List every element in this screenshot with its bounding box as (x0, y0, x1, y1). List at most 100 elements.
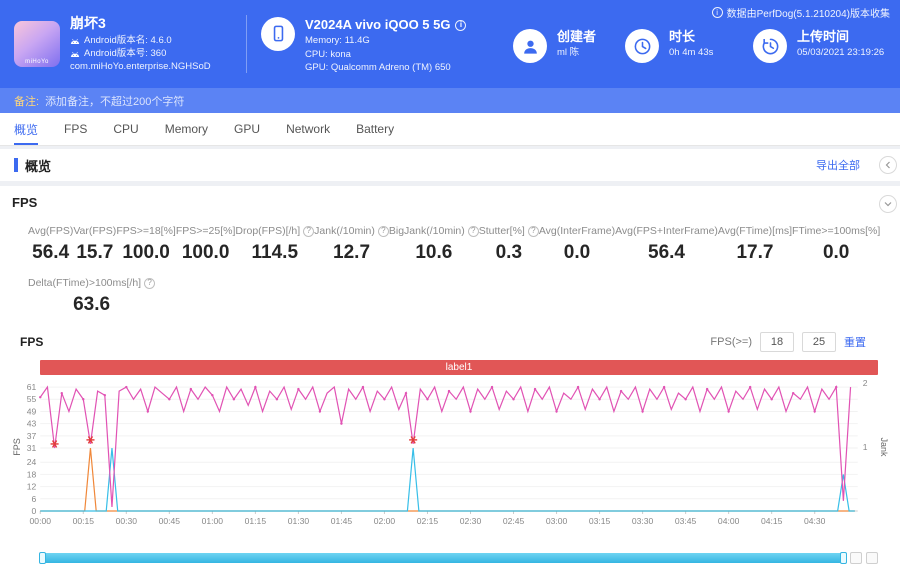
device-info-icon[interactable]: i (455, 20, 466, 31)
export-all-link[interactable]: 导出全部 (816, 157, 860, 173)
info-icon: i (712, 7, 723, 18)
svg-text:31: 31 (27, 443, 37, 453)
header: i 数据由PerfDog(5.1.210204)版本收集 miHoYo 崩坏3 … (0, 0, 900, 88)
fps-panel: FPS Avg(FPS) 56.4 Var(FPS) 15.7 FPS>=18[… (0, 186, 900, 568)
metric: Avg(FPS) 56.4 (28, 225, 73, 264)
upload-time-icon (753, 29, 787, 63)
metric: Stutter[%]? 0.3 (479, 225, 539, 264)
tab-cpu[interactable]: CPU (113, 113, 138, 145)
upload-value: 05/03/2021 23:19:26 (797, 46, 884, 60)
svg-text:37: 37 (27, 431, 37, 441)
reset-link[interactable]: 重置 (844, 334, 866, 350)
app-icon-label: miHoYo (14, 59, 60, 65)
svg-text:0: 0 (31, 506, 36, 516)
divider (246, 15, 247, 73)
svg-text:00:15: 00:15 (73, 516, 95, 526)
app-block: miHoYo 崩坏3 Android版本名: 4.6.0 Android版本号:… (14, 14, 232, 73)
remark-bar[interactable]: 备注: 添加备注，不超过200个字符 (0, 88, 900, 113)
creator-label: 创建者 (557, 29, 596, 46)
metric-info-icon[interactable]: ? (378, 226, 389, 237)
chart-range-slider-row (40, 552, 878, 564)
tab-overview[interactable]: 概览 (14, 113, 38, 145)
android-build-line: Android版本号: 360 (70, 48, 211, 61)
android-icon (70, 51, 80, 58)
metric: BigJank(/10min)? 10.6 (389, 225, 479, 264)
threshold-input-2[interactable] (802, 332, 836, 352)
fps-chart[interactable]: 061218243137434955611200:0000:1500:3000:… (12, 377, 888, 549)
svg-text:03:15: 03:15 (589, 516, 611, 526)
metric: FTime>=100ms[%] 0.0 (792, 225, 880, 264)
svg-text:2: 2 (863, 378, 868, 388)
svg-text:00:30: 00:30 (116, 516, 138, 526)
chevron-down-icon (884, 200, 892, 208)
metric-info-icon[interactable]: ? (144, 278, 155, 289)
device-cpu: CPU: kona (305, 48, 466, 62)
creator-value: ml 陈 (557, 46, 596, 60)
chart-range-slider[interactable] (40, 553, 846, 563)
tab-fps[interactable]: FPS (64, 113, 87, 145)
device-gpu: GPU: Qualcomm Adreno (TM) 650 (305, 61, 466, 75)
app-icon: miHoYo (14, 21, 60, 67)
svg-text:01:30: 01:30 (288, 516, 310, 526)
duration-label: 时长 (669, 29, 713, 46)
svg-text:61: 61 (27, 382, 37, 392)
upload-block: 上传时间 05/03/2021 23:19:26 (753, 25, 884, 63)
metric: Drop(FPS)[/h]? 114.5 (235, 225, 314, 264)
tab-bar: 概览 FPS CPU Memory GPU Network Battery (0, 113, 900, 146)
threshold-input-1[interactable] (760, 332, 794, 352)
slider-end-box[interactable] (850, 552, 862, 564)
svg-text:43: 43 (27, 419, 37, 429)
tab-memory[interactable]: Memory (165, 113, 208, 145)
svg-text:02:45: 02:45 (503, 516, 525, 526)
duration-block: 时长 0h 4m 43s (625, 25, 753, 63)
overview-section-header: 概览 导出全部 (0, 149, 900, 181)
duration-value: 0h 4m 43s (669, 46, 713, 60)
slider-handle-left[interactable] (39, 552, 46, 564)
fps-threshold-controls: FPS(>=) 重置 (710, 332, 866, 352)
svg-text:03:45: 03:45 (675, 516, 697, 526)
metric: Avg(FPS+InterFrame) 56.4 (615, 225, 718, 264)
android-version: Android版本名: 4.6.0 (84, 35, 172, 48)
android-icon (70, 38, 80, 45)
package-name: com.miHoYo.enterprise.NGHSoD (70, 61, 211, 74)
tab-network[interactable]: Network (286, 113, 330, 145)
creator-block: 创建者 ml 陈 (513, 25, 625, 63)
user-icon (513, 29, 547, 63)
metric: Avg(InterFrame) 0.0 (539, 225, 615, 264)
svg-text:02:00: 02:00 (374, 516, 396, 526)
fps-panel-title: FPS (12, 195, 888, 210)
chart-title: FPS (20, 335, 43, 349)
collector-note-text: 数据由PerfDog(5.1.210204)版本收集 (727, 5, 890, 20)
device-name: V2024A vivo iQOO 5 5G (305, 17, 450, 34)
device-memory: Memory: 11.4G (305, 34, 466, 48)
metric: Jank(/10min)? 12.7 (314, 225, 389, 264)
slider-end-box[interactable] (866, 552, 878, 564)
svg-text:18: 18 (27, 469, 37, 479)
svg-text:04:30: 04:30 (804, 516, 826, 526)
metric: FPS>=25[%] 100.0 (176, 225, 236, 264)
phone-icon (261, 17, 295, 51)
metric-info-icon[interactable]: ? (528, 226, 539, 237)
svg-text:49: 49 (27, 406, 37, 416)
metric-info-icon[interactable]: ? (468, 226, 479, 237)
sidebar-toggle-button[interactable] (879, 156, 897, 174)
chart-banner-label: label1 (40, 360, 878, 375)
svg-text:55: 55 (27, 394, 37, 404)
metrics-row-2: Delta(FTime)>100ms[/h]? 63.6 (12, 277, 888, 316)
tab-battery[interactable]: Battery (356, 113, 394, 145)
chevron-left-icon (884, 161, 892, 169)
remark-label: 备注: (14, 93, 39, 109)
svg-text:01:00: 01:00 (202, 516, 224, 526)
svg-text:6: 6 (31, 494, 36, 504)
svg-text:FPS: FPS (12, 438, 22, 455)
svg-text:03:30: 03:30 (632, 516, 654, 526)
tab-gpu[interactable]: GPU (234, 113, 260, 145)
chart-header: FPS FPS(>=) 重置 (12, 332, 888, 352)
metric-info-icon[interactable]: ? (303, 226, 314, 237)
svg-text:04:15: 04:15 (761, 516, 783, 526)
remark-placeholder[interactable]: 添加备注，不超过200个字符 (45, 93, 184, 109)
svg-text:00:45: 00:45 (159, 516, 181, 526)
slider-handle-right[interactable] (840, 552, 847, 564)
threshold-label: FPS(>=) (710, 336, 752, 348)
panel-collapse-button[interactable] (879, 195, 897, 213)
